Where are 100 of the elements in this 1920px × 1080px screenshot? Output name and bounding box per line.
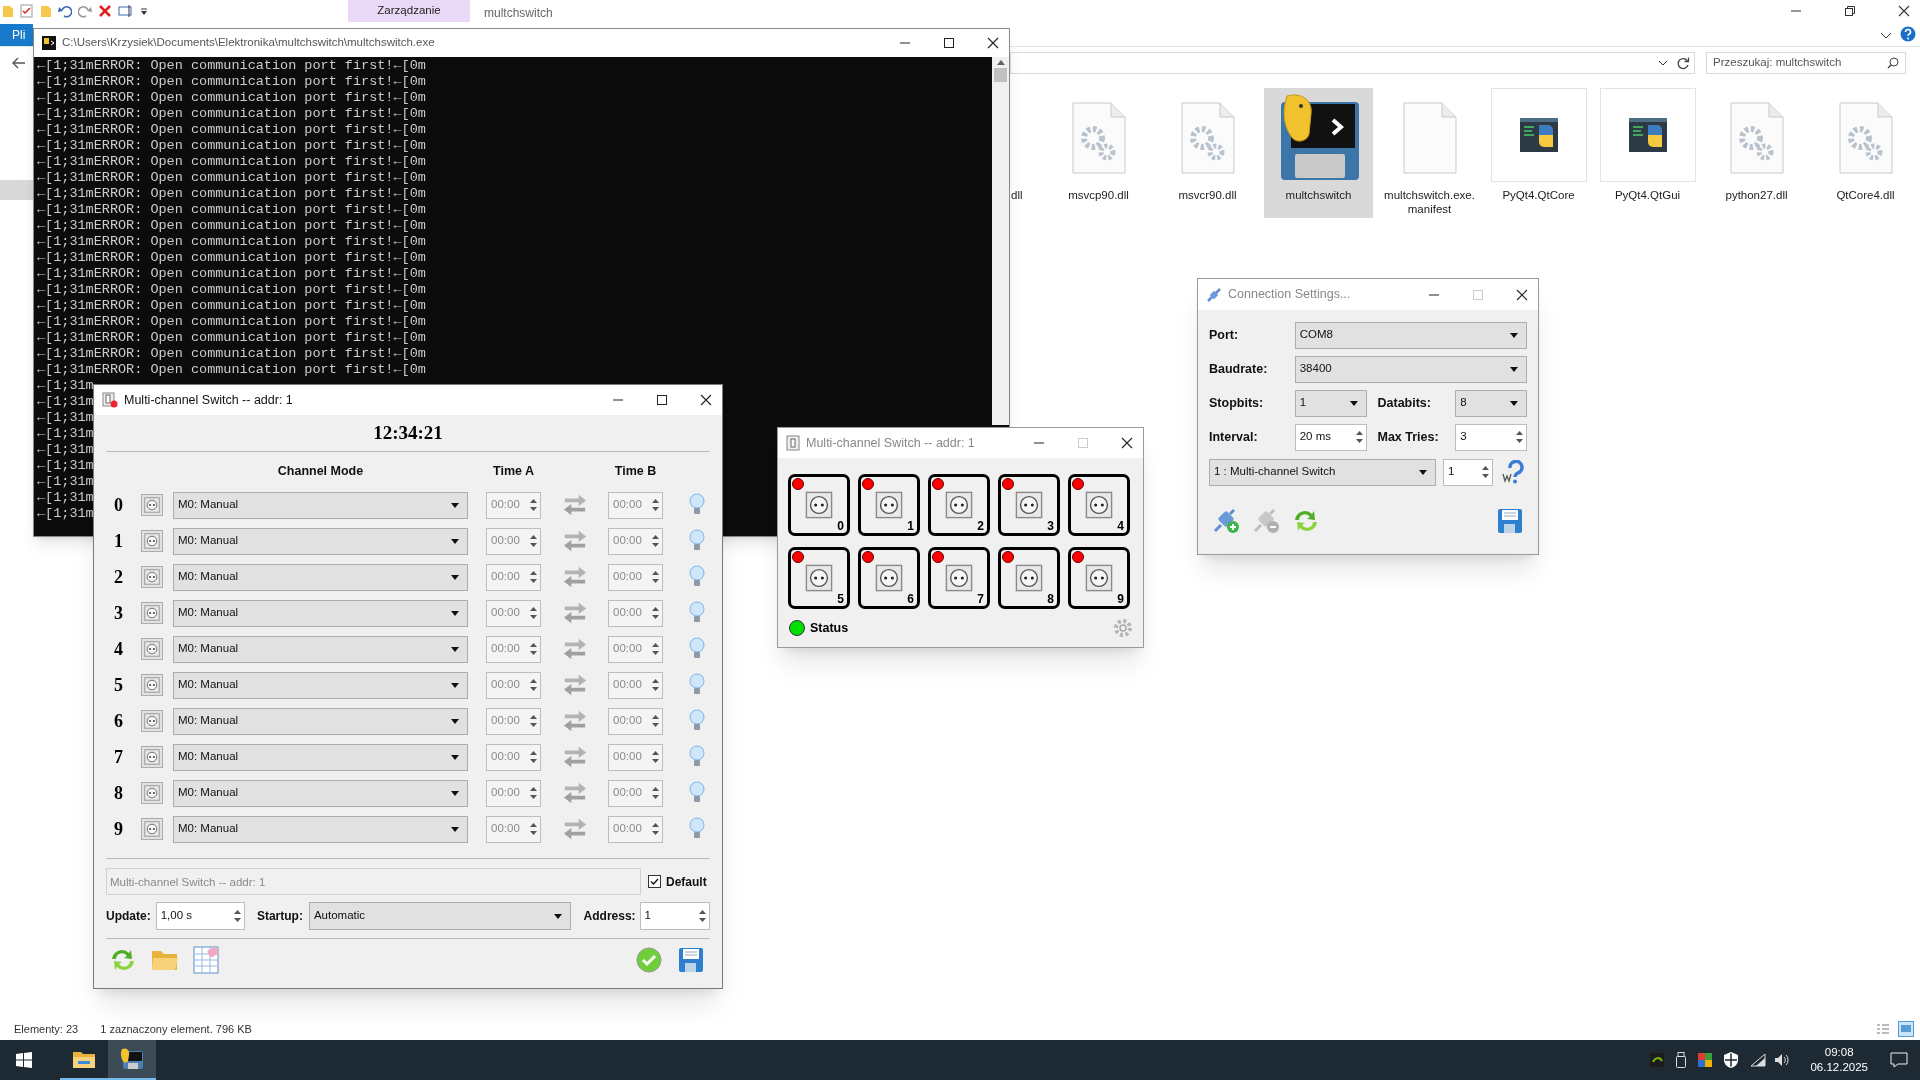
- file-item[interactable]: msvcp90.dll: [1044, 88, 1153, 218]
- databits-dropdown[interactable]: 8: [1455, 389, 1527, 417]
- outlet-tile[interactable]: 0: [788, 474, 850, 536]
- name-field[interactable]: Multi-channel Switch -- addr: 1: [106, 868, 641, 895]
- socket-button[interactable]: [141, 602, 163, 624]
- search-icon[interactable]: [1887, 57, 1899, 69]
- file-item[interactable]: python27.dll: [1702, 88, 1811, 218]
- delete-icon[interactable]: [98, 4, 112, 18]
- update-spin-box[interactable]: 1,00 s: [155, 902, 245, 930]
- close-icon[interactable]: [700, 394, 712, 406]
- spin-arrows-icon[interactable]: [651, 532, 660, 550]
- spin-arrows-icon[interactable]: [651, 748, 660, 766]
- outlet-tile[interactable]: 6: [858, 547, 920, 609]
- close-icon[interactable]: [1516, 288, 1528, 301]
- spin-arrows-icon[interactable]: [651, 820, 660, 838]
- chevron-icon[interactable]: [1880, 32, 1892, 40]
- search-field[interactable]: Przeszukaj: multchswitch: [1706, 52, 1906, 74]
- notification-icon[interactable]: [1890, 1052, 1908, 1068]
- outlet-tile[interactable]: 9: [1068, 547, 1130, 609]
- tiles-view-icon[interactable]: [1898, 1021, 1914, 1037]
- console-line: ←[1;31mERROR: Open communication port first!←[0m: [37, 138, 426, 154]
- file-item[interactable]: QtCore4.dll: [1811, 88, 1920, 218]
- color-tile-icon[interactable]: [1698, 1053, 1713, 1067]
- outlet-tile[interactable]: 3: [998, 474, 1060, 536]
- file-item[interactable]: msvcr90.dll: [1153, 88, 1262, 218]
- spin-arrows-icon[interactable]: [1481, 463, 1490, 481]
- caret-icon: [451, 718, 459, 724]
- baudrate-dropdown[interactable]: 38400: [1294, 355, 1527, 383]
- socket-button[interactable]: [141, 710, 163, 732]
- checklist-icon[interactable]: [20, 4, 34, 18]
- socket-button[interactable]: [141, 566, 163, 588]
- outlet-tile[interactable]: 4: [1068, 474, 1130, 536]
- network-icon[interactable]: [1750, 1053, 1767, 1067]
- usb-drive-icon[interactable]: [1676, 1052, 1687, 1068]
- plug-add-icon[interactable]: [1212, 508, 1240, 534]
- socket-icon: [945, 491, 973, 519]
- taskbar-clock[interactable]: 09:08 06.12.2025: [1810, 1045, 1868, 1075]
- refresh-icon[interactable]: [1676, 56, 1690, 70]
- spin-arrows-icon[interactable]: [651, 676, 660, 694]
- spin-arrows-icon[interactable]: [651, 712, 660, 730]
- item-count: Elementy: 23: [14, 1021, 79, 1037]
- help-icon[interactable]: [1900, 26, 1916, 42]
- chevron-icon[interactable]: [1658, 60, 1668, 66]
- port-dropdown[interactable]: COM8: [1294, 321, 1527, 349]
- volume-icon[interactable]: [1774, 1053, 1791, 1067]
- default-checkbox[interactable]: [648, 875, 661, 888]
- check-circle-icon[interactable]: [636, 947, 662, 973]
- start-icon[interactable]: [16, 1052, 32, 1068]
- file-tab[interactable]: Pli: [0, 24, 33, 46]
- stopbits-dropdown[interactable]: 1: [1294, 389, 1368, 417]
- close-icon[interactable]: [987, 37, 999, 49]
- max-tries-spin-box[interactable]: 3: [1455, 423, 1527, 451]
- spin-arrows-icon[interactable]: [1515, 428, 1524, 446]
- file-item[interactable]: multchswitch: [1264, 88, 1373, 218]
- socket-button[interactable]: [141, 782, 163, 804]
- scrollbar[interactable]: [992, 57, 1009, 425]
- outlet-tile[interactable]: 2: [928, 474, 990, 536]
- back-arrow-icon[interactable]: [12, 57, 26, 69]
- spin-arrows-icon[interactable]: [651, 568, 660, 586]
- taskbar-app[interactable]: [108, 1040, 156, 1080]
- restore-icon[interactable]: [1844, 5, 1856, 17]
- undo-icon[interactable]: [58, 4, 72, 18]
- customize-caret-icon[interactable]: [140, 6, 148, 16]
- file-name[interactable]: dll: [1011, 187, 1023, 205]
- ribbon-tab[interactable]: Zarządzanie: [348, 0, 470, 22]
- scroll-up-icon[interactable]: [996, 60, 1005, 65]
- file-item[interactable]: multchswitch.exe.manifest: [1375, 88, 1484, 218]
- interval-spin-box[interactable]: 20 ms: [1294, 423, 1368, 451]
- gpu-tray-icon[interactable]: [1650, 1053, 1665, 1067]
- outlet-tile[interactable]: 5: [788, 547, 850, 609]
- spin-arrows-icon[interactable]: [232, 907, 242, 925]
- spin-arrows-icon[interactable]: [651, 784, 660, 802]
- outlet-tile[interactable]: 7: [928, 547, 990, 609]
- spin-arrows-icon[interactable]: [1355, 428, 1365, 446]
- spin-arrows-icon[interactable]: [651, 640, 660, 658]
- maximize-icon[interactable]: [943, 37, 955, 49]
- spin-arrows-icon[interactable]: [651, 604, 660, 622]
- socket-button[interactable]: [141, 530, 163, 552]
- close-icon[interactable]: [1121, 437, 1133, 449]
- help-icon[interactable]: [1502, 460, 1524, 484]
- startup-dropdown[interactable]: Automatic: [308, 902, 571, 930]
- scroll-thumb[interactable]: [994, 68, 1007, 82]
- socket-button[interactable]: [141, 746, 163, 768]
- rename-icon[interactable]: [118, 4, 134, 18]
- socket-button[interactable]: [141, 674, 163, 696]
- spin-arrows-icon[interactable]: [698, 907, 707, 925]
- outlet-tile[interactable]: 8: [998, 547, 1060, 609]
- socket-button[interactable]: [141, 494, 163, 516]
- maximize-icon[interactable]: [656, 394, 668, 406]
- shield-icon[interactable]: [1724, 1052, 1739, 1068]
- caret-icon: [1510, 332, 1518, 338]
- spin-arrows-icon[interactable]: [651, 496, 660, 514]
- redo-icon[interactable]: [78, 4, 92, 18]
- outlet-tile[interactable]: 1: [858, 474, 920, 536]
- close-icon[interactable]: [1898, 5, 1910, 17]
- socket-button[interactable]: [141, 818, 163, 840]
- socket-button[interactable]: [141, 638, 163, 660]
- device-dropdown[interactable]: 1 : Multi-channel Switch: [1209, 458, 1436, 486]
- device-spin-box[interactable]: 1: [1443, 458, 1493, 486]
- address-spin-box[interactable]: 1: [639, 902, 710, 930]
